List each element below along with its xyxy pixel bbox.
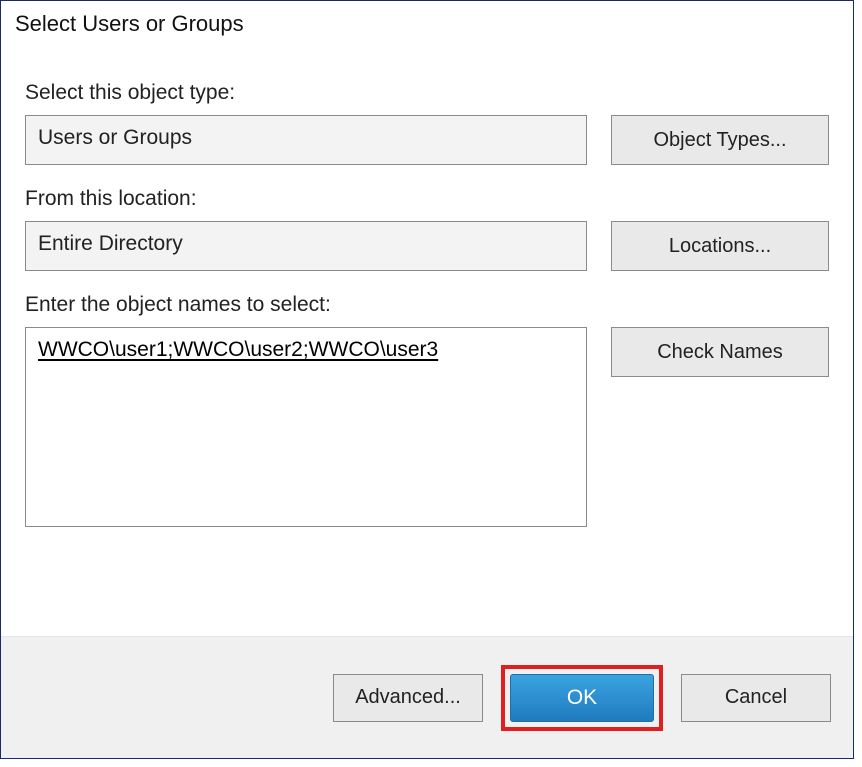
cancel-button[interactable]: Cancel [681, 674, 831, 722]
dialog-footer: Advanced... OK Cancel [1, 636, 853, 758]
object-type-label: Select this object type: [25, 81, 829, 105]
select-users-dialog: Select Users or Groups Select this objec… [0, 0, 854, 759]
locations-button[interactable]: Locations... [611, 221, 829, 271]
check-names-button[interactable]: Check Names [611, 327, 829, 377]
ok-highlight: OK [501, 665, 663, 731]
advanced-button[interactable]: Advanced... [333, 674, 483, 722]
location-field: Entire Directory [25, 221, 587, 271]
dialog-content: Select this object type: Users or Groups… [1, 43, 853, 636]
object-names-value: WWCO\user1;WWCO\user2;WWCO\user3 [38, 338, 438, 361]
dialog-title: Select Users or Groups [1, 1, 853, 43]
location-label: From this location: [25, 187, 829, 211]
object-names-input[interactable]: WWCO\user1;WWCO\user2;WWCO\user3 [25, 327, 587, 527]
object-type-field: Users or Groups [25, 115, 587, 165]
object-names-label: Enter the object names to select: [25, 293, 829, 317]
ok-button[interactable]: OK [510, 674, 654, 722]
object-types-button[interactable]: Object Types... [611, 115, 829, 165]
